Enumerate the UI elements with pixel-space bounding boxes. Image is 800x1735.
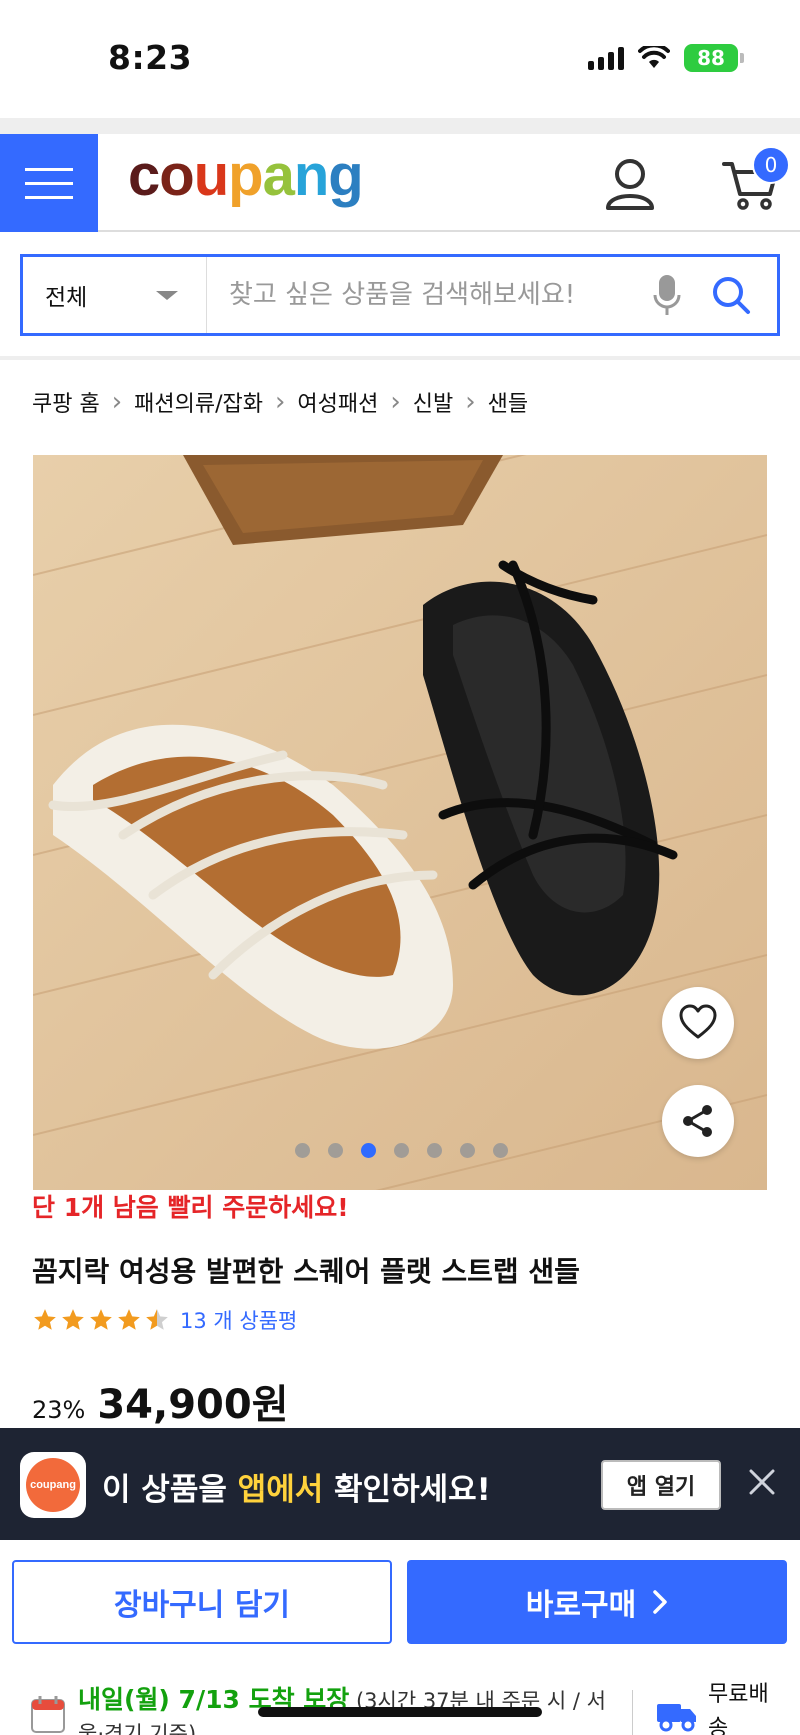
hamburger-icon-line — [25, 181, 73, 185]
home-indicator — [258, 1707, 542, 1717]
product-image-carousel[interactable] — [33, 455, 767, 1190]
app-install-banner: coupang 이 상품을 앱에서 확인하세요! 앱 열기 — [0, 1428, 800, 1540]
breadcrumb: 쿠팡 홈 › 패션의류/잡화 › 여성패션 › 신발 › 샌들 — [32, 386, 528, 418]
coupang-logo[interactable]: coupang — [128, 142, 364, 209]
star-icon — [62, 1309, 84, 1330]
logo-letter: g — [328, 143, 363, 208]
star-icon — [118, 1309, 140, 1330]
discount-rate: 23% — [32, 1396, 86, 1424]
star-icon — [146, 1309, 168, 1330]
heart-icon — [679, 1004, 717, 1039]
star-icon — [90, 1309, 112, 1330]
close-banner-button[interactable] — [742, 1462, 782, 1502]
search-divider — [0, 356, 800, 360]
status-icons: 88 — [588, 44, 744, 72]
price-row: 23% 34,900원 — [32, 1372, 289, 1430]
chevron-right-icon: › — [274, 387, 286, 417]
favorite-button[interactable] — [662, 987, 734, 1059]
share-icon — [683, 1105, 712, 1137]
breadcrumb-home[interactable]: 쿠팡 홈 — [32, 386, 100, 418]
image-pagination — [295, 1143, 508, 1158]
pagination-dot[interactable] — [460, 1143, 475, 1158]
pagination-dot[interactable] — [295, 1143, 310, 1158]
product-photo — [33, 455, 767, 1190]
buy-now-label: 바로구매 — [525, 1588, 637, 1623]
cart-button[interactable]: 0 — [720, 146, 790, 214]
logo-letter: a — [262, 143, 295, 208]
review-count-link[interactable]: 13 개 상품평 — [180, 1305, 297, 1335]
product-title: 꼼지락 여성용 발편한 스퀘어 플랫 스트랩 샌들 — [32, 1255, 580, 1288]
breadcrumb-item[interactable]: 샌들 — [488, 386, 528, 418]
hamburger-icon-line — [25, 167, 73, 171]
delivery-divider — [632, 1690, 633, 1735]
breadcrumb-item[interactable]: 패션의류/잡화 — [134, 386, 263, 418]
search-button[interactable] — [711, 257, 751, 333]
chevron-right-icon: › — [390, 387, 401, 417]
breadcrumb-item[interactable]: 신발 — [413, 386, 453, 418]
close-icon — [749, 1469, 775, 1495]
logo-letter: p — [228, 143, 263, 208]
pagination-dot[interactable] — [328, 1143, 343, 1158]
pagination-dot[interactable] — [361, 1143, 376, 1158]
delivery-info: 내일(월) 7/13 도착 보장 (3시간 37분 내 주문 시 / 서울⋅경기… — [0, 1660, 800, 1735]
app-banner-highlight: 앱에서 — [237, 1472, 324, 1508]
battery-level: 88 — [697, 46, 725, 70]
chevron-down-icon — [156, 290, 178, 300]
search-input[interactable] — [207, 257, 647, 333]
cart-count-badge: 0 — [752, 146, 790, 184]
pagination-dot[interactable] — [394, 1143, 409, 1158]
app-icon-label: coupang — [26, 1458, 80, 1512]
coupang-app-icon: coupang — [20, 1452, 86, 1518]
search-icon — [713, 277, 750, 314]
status-bar: 8:23 88 — [0, 0, 800, 118]
logo-letter: c — [128, 143, 160, 208]
cellular-signal-icon — [588, 46, 624, 70]
app-banner-message-post: 확인하세요! — [323, 1472, 491, 1508]
chevron-right-icon: › — [465, 387, 476, 417]
wifi-icon — [638, 46, 670, 68]
free-shipping-label: 무료배송 — [708, 1682, 769, 1735]
breadcrumb-item[interactable]: 여성패션 — [297, 386, 378, 418]
menu-button[interactable] — [0, 134, 98, 232]
top-divider — [0, 118, 800, 134]
open-app-button[interactable]: 앱 열기 — [601, 1460, 721, 1510]
truck-icon — [657, 1704, 696, 1732]
logo-letter: n — [293, 143, 329, 208]
hamburger-icon-line — [25, 195, 73, 199]
buy-now-button[interactable]: 바로구매 — [407, 1560, 787, 1644]
microphone-icon — [653, 275, 681, 315]
product-rating[interactable]: 13 개 상품평 — [32, 1305, 297, 1335]
chevron-right-icon: › — [111, 387, 123, 417]
my-account-button[interactable] — [600, 154, 660, 214]
site-header: coupang 0 — [0, 134, 800, 232]
sale-price: 34,900원 — [97, 1382, 289, 1428]
search-bar: 전체 — [20, 254, 780, 336]
voice-search-button[interactable] — [647, 257, 687, 333]
share-button[interactable] — [662, 1085, 734, 1157]
search-category-select[interactable]: 전체 — [23, 257, 207, 333]
pagination-dot[interactable] — [493, 1143, 508, 1158]
rating-stars — [32, 1307, 170, 1333]
logo-letter: o — [159, 143, 194, 208]
low-stock-message: 단 1개 남음 빨리 주문하세요! — [32, 1193, 349, 1222]
add-to-cart-button[interactable]: 장바구니 담기 — [12, 1560, 392, 1644]
app-banner-message-pre: 이 상품을 — [102, 1472, 238, 1508]
pagination-dot[interactable] — [427, 1143, 442, 1158]
user-icon — [606, 159, 654, 210]
logo-letter: u — [193, 143, 229, 208]
battery-icon: 88 — [684, 44, 744, 72]
calendar-icon — [31, 1696, 65, 1733]
search-category-label: 전체 — [45, 285, 88, 311]
chevron-right-icon — [653, 1590, 667, 1614]
status-time: 8:23 — [108, 38, 193, 77]
app-banner-message: 이 상품을 앱에서 확인하세요! — [102, 1464, 491, 1509]
star-icon — [34, 1309, 56, 1330]
